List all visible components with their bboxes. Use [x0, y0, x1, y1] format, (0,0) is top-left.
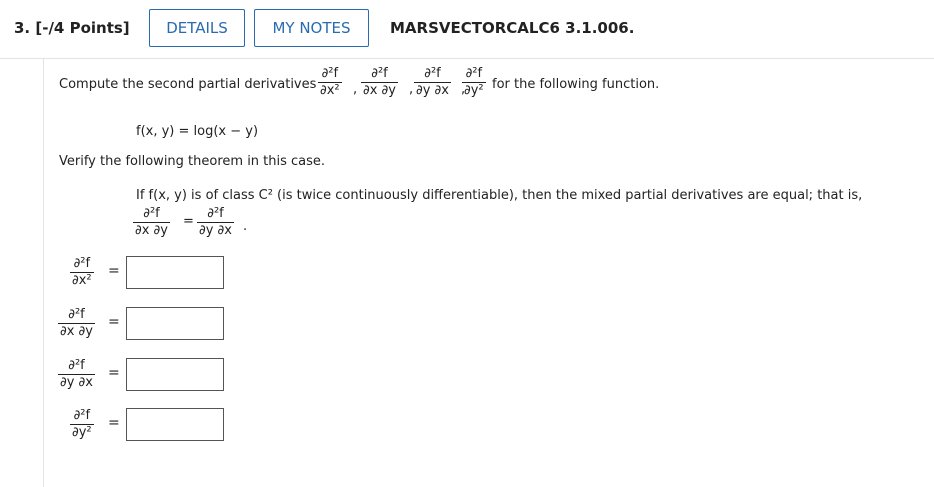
- frac-den: ∂y²: [464, 83, 484, 98]
- answer-input-d2f-dx2[interactable]: [126, 256, 224, 289]
- fraction-d2f-dxdy: ∂²f ∂x ∂y: [361, 66, 398, 99]
- frac-den: ∂x ∂y: [135, 223, 168, 238]
- answer-input-d2f-dxdy[interactable]: [126, 307, 224, 340]
- frac-num: ∂²f: [318, 66, 342, 83]
- frac-num: ∂²f: [361, 66, 398, 83]
- frac-den: ∂x²: [320, 83, 340, 98]
- frac-den: ∂y ∂x: [60, 375, 93, 390]
- details-button[interactable]: DETAILS: [149, 9, 245, 47]
- theorem-fraction-dxdy: ∂²f ∂x ∂y: [133, 206, 170, 239]
- prompt-trailer: for the following function.: [492, 77, 660, 92]
- prompt-intro: Compute the second partial derivatives: [59, 77, 317, 92]
- answer-label-dx2: ∂²f ∂x²: [70, 256, 94, 289]
- answer-label-dydx: ∂²f ∂y ∂x: [58, 358, 95, 391]
- frac-den: ∂y ∂x: [199, 223, 232, 238]
- answer-label-dxdy: ∂²f ∂x ∂y: [58, 307, 95, 340]
- frac-den: ∂x ∂y: [363, 83, 396, 98]
- frac-num: ∂²f: [197, 206, 234, 223]
- equals-sign: =: [108, 365, 120, 381]
- frac-num: ∂²f: [414, 66, 451, 83]
- question-id: MARSVECTORCALC6 3.1.006.: [390, 19, 635, 37]
- equals-sign: =: [108, 415, 120, 431]
- frac-den: ∂y²: [72, 425, 92, 440]
- theorem-text: If f(x, y) is of class C² (is twice cont…: [136, 188, 863, 203]
- answer-input-d2f-dydx[interactable]: [126, 358, 224, 391]
- answer-label-dy2: ∂²f ∂y²: [70, 408, 94, 441]
- frac-den: ∂x²: [72, 273, 92, 288]
- comma: ,: [409, 82, 414, 97]
- frac-num: ∂²f: [462, 66, 486, 83]
- left-divider: [43, 58, 44, 487]
- answer-input-d2f-dy2[interactable]: [126, 408, 224, 441]
- verify-instruction: Verify the following theorem in this cas…: [59, 154, 326, 169]
- frac-den: ∂y ∂x: [416, 83, 449, 98]
- frac-num: ∂²f: [70, 408, 94, 425]
- function-definition: f(x, y) = log(x − y): [136, 124, 259, 139]
- fraction-d2f-dy2: ∂²f ∂y²: [462, 66, 486, 99]
- equals-sign: =: [108, 314, 120, 330]
- comma: ,: [353, 82, 358, 97]
- fraction-d2f-dx2: ∂²f ∂x²: [318, 66, 342, 99]
- fraction-d2f-dydx: ∂²f ∂y ∂x: [414, 66, 451, 99]
- period: .: [243, 219, 248, 234]
- frac-num: ∂²f: [133, 206, 170, 223]
- frac-num: ∂²f: [70, 256, 94, 273]
- question-header: 3. [-/4 Points] DETAILS MY NOTES MARSVEC…: [0, 0, 934, 59]
- question-number: 3. [-/4 Points]: [14, 19, 130, 37]
- equals-sign: =: [183, 214, 194, 229]
- frac-num: ∂²f: [58, 358, 95, 375]
- equals-sign: =: [108, 263, 120, 279]
- frac-num: ∂²f: [58, 307, 95, 324]
- my-notes-button[interactable]: MY NOTES: [254, 9, 369, 47]
- theorem-fraction-dydx: ∂²f ∂y ∂x: [197, 206, 234, 239]
- frac-den: ∂x ∂y: [60, 324, 93, 339]
